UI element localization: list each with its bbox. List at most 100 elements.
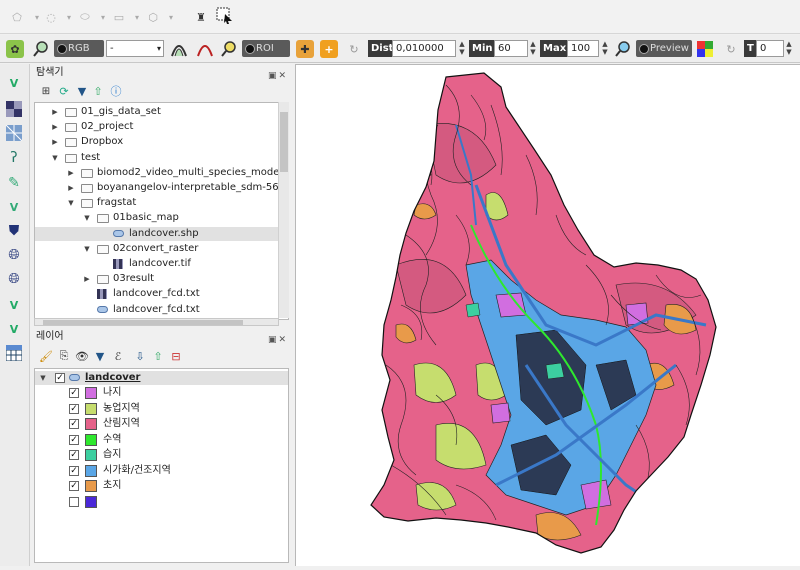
browser-tree-item[interactable]: landcover.shp	[35, 226, 288, 241]
browser-tree-item[interactable]: ▶ boyanangelov-interpretable_sdm-568acb7	[35, 181, 288, 195]
legend-class-row[interactable]: ✓ 초지	[35, 479, 288, 493]
legend-class-row[interactable]: ✓ 시가화/건조지역	[35, 464, 288, 478]
layer-visibility-checkbox[interactable]: ✓	[55, 373, 65, 383]
browser-tree-item[interactable]: ▶ biomod2_video_multi_species_modelling	[35, 166, 288, 180]
digitize-polygon-icon[interactable]: ⬠	[8, 8, 26, 26]
max-input[interactable]: 100	[567, 40, 599, 57]
t-spinner[interactable]: ▲ ▼	[784, 40, 794, 57]
legend-class-row[interactable]: ✓ 산림지역	[35, 417, 288, 431]
browser-vertical-scrollbar[interactable]	[278, 102, 289, 318]
add-delimited-text-icon[interactable]: ʔ	[5, 149, 23, 167]
new-shapefile-icon[interactable]: V	[5, 320, 23, 338]
expand-arrow-icon[interactable]: ▶	[83, 272, 91, 286]
scp-plugin-icon[interactable]: ✿	[6, 40, 24, 58]
legend-class-row[interactable]: ✓ 수역	[35, 433, 288, 447]
legend-class-row[interactable]: ✓ 농업지역	[35, 402, 288, 416]
collapse-arrow-icon[interactable]: ▼	[39, 371, 47, 385]
band-combination-select[interactable]: - ▾	[106, 40, 164, 57]
dropdown-arrow-icon[interactable]: ▾	[162, 8, 180, 26]
add-postgis-icon[interactable]: V	[5, 198, 23, 216]
collapse-all-icon[interactable]: ⇧	[89, 82, 107, 100]
add-group-icon[interactable]: ⎘	[55, 347, 73, 365]
browser-tree-item[interactable]: landcover_fcd.txt	[35, 303, 288, 317]
add-spatialite-icon[interactable]: ✎	[5, 174, 23, 192]
class-visibility-checkbox[interactable]: ✓	[69, 450, 79, 460]
collapse-arrow-icon[interactable]: ▼	[83, 242, 91, 256]
class-visibility-checkbox[interactable]: ✓	[69, 465, 79, 476]
zoom-roi-icon[interactable]	[220, 40, 238, 58]
class-visibility-checkbox[interactable]: ✓	[69, 481, 79, 491]
add-regular-polygon-icon[interactable]: ⬡	[144, 8, 162, 26]
browser-tree-item[interactable]: landcover.tif	[35, 257, 288, 271]
browser-tree-item[interactable]: ▼ fragstat	[35, 196, 288, 210]
plugin-tool-icon[interactable]: ♜	[192, 8, 210, 26]
roi-toggle[interactable]: ROI	[242, 40, 290, 57]
info-icon[interactable]: ⓘ	[107, 82, 125, 100]
scroll-thumb[interactable]	[280, 112, 288, 172]
refresh-icon[interactable]: ⟳	[55, 82, 73, 100]
expand-arrow-icon[interactable]: ▶	[51, 105, 59, 119]
browser-tree-item[interactable]: landcover_fcd.txt	[35, 287, 288, 301]
map-canvas[interactable]	[295, 64, 800, 566]
collapse-arrow-icon[interactable]: ▼	[67, 196, 75, 210]
std-dev-stretch-icon[interactable]	[196, 40, 214, 58]
rgb-toggle[interactable]: RGB	[54, 40, 104, 57]
browser-tree-item[interactable]: ▼ 02convert_raster	[35, 242, 288, 256]
collapse-arrow-icon[interactable]: ▼	[83, 211, 91, 225]
add-wcs-icon[interactable]: 🌐︎	[5, 246, 23, 264]
class-visibility-checkbox[interactable]: ✓	[69, 419, 79, 429]
preview-toggle[interactable]: Preview	[636, 40, 692, 57]
t-input[interactable]: 0	[756, 40, 784, 57]
expand-arrow-icon[interactable]: ▶	[67, 166, 75, 180]
browser-tree-item[interactable]: ▶ 02_project	[35, 120, 288, 134]
remove-layer-icon[interactable]: ⊟	[167, 347, 185, 365]
legend-class-row[interactable]: ✓ 습지	[35, 448, 288, 462]
class-visibility-checkbox[interactable]: ✓	[69, 434, 79, 445]
max-spinner[interactable]: ▲ ▼	[600, 40, 610, 57]
add-circle-icon[interactable]: ◌	[42, 8, 60, 26]
class-visibility-checkbox[interactable]: ✓	[69, 388, 79, 398]
expand-arrow-icon[interactable]: ▶	[51, 120, 59, 134]
collapse-all-icon[interactable]: ⇧	[149, 347, 167, 365]
select-cursor-icon[interactable]	[216, 7, 234, 25]
collapse-arrow-icon[interactable]: ▼	[51, 151, 59, 165]
add-rectangle-icon[interactable]: ▭	[110, 8, 128, 26]
attribute-table-icon[interactable]	[5, 344, 23, 362]
add-wfs-icon[interactable]: 🌐︎	[5, 270, 23, 288]
scroll-thumb[interactable]	[43, 320, 243, 325]
add-mesh-layer-icon[interactable]	[5, 124, 23, 142]
roi-pointer-icon[interactable]: ✚	[296, 40, 314, 58]
dist-spinner[interactable]: ▲ ▼	[457, 40, 467, 57]
class-visibility-checkbox[interactable]: ✓	[69, 403, 79, 414]
expand-arrow-icon[interactable]: ▶	[67, 181, 75, 195]
legend-class-row[interactable]	[35, 495, 288, 509]
legend-class-row[interactable]: ✓ 나지	[35, 386, 288, 400]
add-ellipse-icon[interactable]: ⬭	[76, 8, 94, 26]
min-spinner[interactable]: ▲ ▼	[528, 40, 538, 57]
add-raster-layer-icon[interactable]	[5, 100, 23, 118]
redo-preview-icon[interactable]: ↻	[722, 40, 740, 58]
add-vector-layer-icon[interactable]: V	[5, 74, 23, 92]
add-wms-icon[interactable]: ⛊	[5, 222, 23, 240]
redo-roi-icon[interactable]: ↻	[345, 40, 363, 58]
zoom-image-icon[interactable]	[32, 40, 50, 58]
add-selected-layers-icon[interactable]: ⊞	[37, 82, 55, 100]
browser-tree-item[interactable]: ▶ 03result	[35, 272, 288, 286]
browser-tree-item[interactable]: ▼ 01basic_map	[35, 211, 288, 225]
create-roi-icon[interactable]: +	[320, 40, 338, 58]
layer-row-landcover[interactable]: ▼ ✓ landcover	[35, 371, 288, 385]
expand-all-icon[interactable]: ⇩	[131, 347, 149, 365]
browser-tree-item[interactable]: ▶ Dropbox	[35, 135, 288, 149]
filter-expression-icon[interactable]: ℰ	[109, 347, 127, 365]
filter-legend-icon[interactable]: ▼	[91, 347, 109, 365]
zoom-preview-icon[interactable]	[614, 40, 632, 58]
min-input[interactable]: 60	[494, 40, 528, 57]
manage-map-themes-icon[interactable]: 👁︎	[73, 347, 91, 365]
browser-horizontal-scrollbar[interactable]	[34, 318, 279, 326]
dist-input[interactable]: 0,010000	[392, 40, 456, 57]
browser-tree-item[interactable]: ▶ 01_gis_data_set	[35, 105, 288, 119]
expand-arrow-icon[interactable]: ▶	[51, 135, 59, 149]
cumulative-stretch-icon[interactable]	[170, 40, 188, 58]
style-brush-icon[interactable]: 🖌︎	[37, 347, 55, 365]
add-virtual-layer-icon[interactable]: V	[5, 296, 23, 314]
